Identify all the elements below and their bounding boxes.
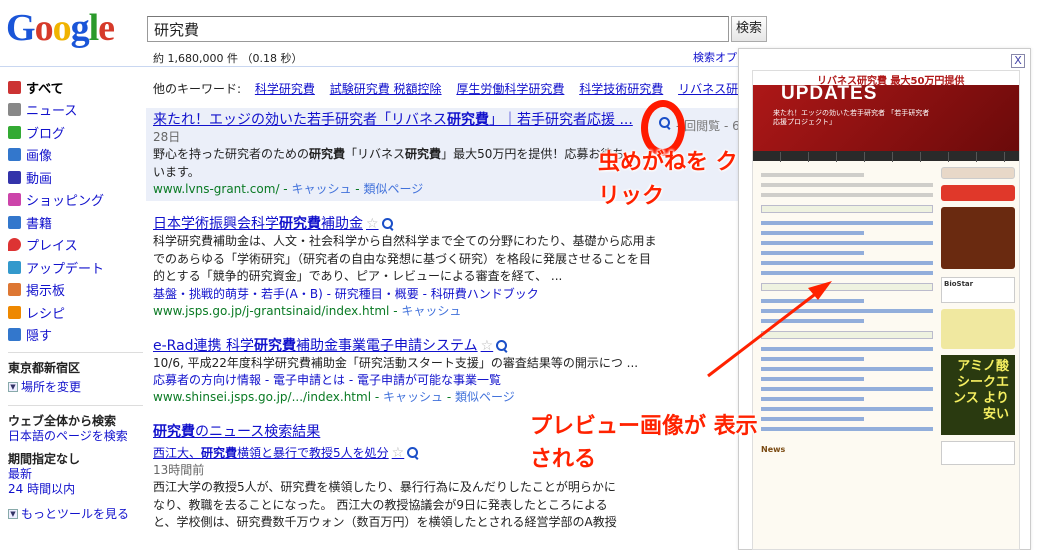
image-icon (8, 148, 21, 162)
hide-icon (8, 328, 21, 342)
sitelink[interactable]: 基盤・挑戦的萌芽・若手(A・B) (153, 287, 323, 301)
search-options-link[interactable]: 検索オプ (693, 49, 737, 65)
magnifier-preview-icon[interactable] (496, 339, 508, 352)
cache-link[interactable]: キャッシュ (291, 182, 351, 196)
period-title: 期間指定なし (8, 452, 81, 466)
search-result: 日本学術振興会科学 研究費 補助金 ☆ 科学研究費補助金は、人文・社会科学から自然科学… (146, 212, 746, 323)
result-snippet: 10/6, 平成22年度科学研究費補助金「研究活動スタート支援」の審査結果等の開… (153, 355, 639, 370)
sitelink[interactable]: 応募者の方向け情報 (153, 373, 261, 387)
period-24h-link[interactable]: 24 時間以内 (8, 482, 143, 497)
preview-right-column: BioStar アミノ酸 シークエンス より安い (941, 167, 1015, 547)
sidebar-item-news[interactable]: ニュース (8, 99, 143, 122)
view-count: - 回閲覧 - 6 (676, 119, 740, 133)
sidebar-item-recipes[interactable]: レシピ (8, 301, 143, 324)
sidebar-divider (8, 352, 143, 353)
sidebar-item-images[interactable]: 画像 (8, 144, 143, 167)
japanese-pages-link[interactable]: 日本語のページを検索 (8, 429, 143, 444)
star-icon[interactable]: ☆ (392, 444, 405, 462)
sitelink[interactable]: 電子申請が可能な事業一覧 (357, 373, 501, 387)
result-snippet: 科学研究費補助金は、人文・社会科学から自然科学まで全ての分野にわたり、基礎から応… (153, 234, 657, 248)
sidebar-item-all[interactable]: すべて (8, 76, 143, 99)
result-sitelinks: 基盤・挑戦的萌芽・若手(A・B) - 研究種目・概要 - 科研費ハンドブック (153, 286, 539, 301)
result-url: www.jsps.go.jp/j-grantsinaid/index.html … (153, 303, 462, 318)
news-icon (8, 103, 21, 117)
header-divider (0, 66, 750, 67)
change-location-link[interactable]: ▼ 場所を変更 (8, 378, 143, 395)
search-button[interactable]: 検索 (731, 16, 767, 42)
preview-content (761, 167, 933, 547)
sidebar-item-forums[interactable]: 掲示板 (8, 279, 143, 302)
search-result: e-Rad連携 科学 研究費 補助金事業電子申請システム ☆ 10/6, 平成22年度… (146, 334, 746, 410)
result-snippet: 西江大学の教授5人が、研究費を横領したり、暴行行為に及んだりしたことが明らかに (153, 480, 616, 494)
preview-image: リバネス研究費 最大50万円提供 UPDATES 来たれ！エッジの効いた若手研究… (752, 70, 1020, 550)
more-tools-link[interactable]: ▼ もっとツールを見る (8, 505, 143, 522)
preview-ad: アミノ酸 シークエンス より安い (941, 355, 1015, 435)
result-snippet: でのあらゆる「学術研究」（研究者の自由な発想に基づく研究）を格段に発展させること… (153, 251, 652, 266)
similar-pages-link[interactable]: 類似ページ (455, 390, 515, 404)
sidebar-item-shopping[interactable]: ショッピング (8, 189, 143, 212)
preview-nav (753, 151, 1019, 162)
related-label: 他のキーワード: (153, 82, 242, 96)
location-label: 東京都新宿区 (8, 361, 81, 375)
preview-news-label: News (761, 445, 786, 454)
triangle-down-icon: ▼ (8, 381, 18, 392)
sidebar-divider (8, 405, 143, 406)
video-icon (8, 170, 21, 184)
place-icon (8, 238, 21, 252)
update-icon (8, 260, 21, 274)
result-snippet: と、学校側は、研究費数千万ウォン（数百万円）を横領したとされる経営学部のA教授 (153, 515, 617, 529)
star-icon[interactable]: ☆ (481, 337, 494, 355)
search-input[interactable] (147, 16, 729, 42)
star-icon[interactable]: ☆ (366, 215, 379, 233)
sidebar-item-video[interactable]: 動画 (8, 166, 143, 189)
recipe-icon (8, 305, 21, 319)
google-logo[interactable]: Google (6, 8, 130, 48)
blog-icon (8, 125, 21, 139)
web-scope-title: ウェブ全体から検索 (8, 414, 117, 428)
result-snippet: なり、教職を去ることになった。 西江大の教授協議会が9日に発表したところによる (153, 497, 608, 512)
result-stats: 約 1,680,000 件 （0.18 秒） (153, 52, 303, 65)
sidebar-item-hide[interactable]: 隠す (8, 324, 143, 347)
result-url: www.shinsei.jsps.go.jp/.../index.html - … (153, 390, 515, 404)
related-keyword[interactable]: 科学研究費 (255, 82, 315, 96)
result-sitelinks: 応募者の方向け情報 - 電子申請とは - 電子申請が可能な事業一覧 (153, 373, 501, 387)
related-keyword[interactable]: 科学技術研究費 (579, 82, 663, 96)
shopping-icon (8, 193, 21, 207)
related-keywords: 他のキーワード: 科学研究費 試験研究費 税額控除 厚生労働科学研究費 科学技術… (153, 80, 773, 97)
sidebar-item-books[interactable]: 書籍 (8, 211, 143, 234)
result-snippet: 的とする「競争的研究資金」であり、ピア・レビューによる審査を経て、 ... (153, 269, 563, 283)
sitelink[interactable]: 電子申請とは (273, 373, 345, 387)
result-title-link[interactable]: e-Rad連携 科学 研究費 補助金事業電子申請システム ☆ (153, 337, 739, 355)
triangle-down-icon: ▼ (8, 508, 18, 519)
cache-link[interactable]: キャッシュ (383, 390, 443, 404)
magnifier-preview-icon[interactable] (381, 218, 394, 230)
magnifier-preview-icon[interactable] (407, 447, 419, 459)
sidebar-item-places[interactable]: プレイス (8, 234, 143, 257)
close-icon[interactable]: X (1011, 54, 1025, 68)
related-keyword[interactable]: 厚生労働科学研究費 (456, 82, 564, 96)
annotation-preview-shown: プレビュー画像が 表示される (530, 414, 758, 472)
book-icon (8, 215, 21, 229)
sitelink[interactable]: 科研費ハンドブック (431, 287, 539, 301)
annotation-click-magnifier: 虫めがねを クリック (598, 150, 738, 209)
result-title-link[interactable]: 日本学術振興会科学 研究費 補助金 ☆ (153, 215, 739, 233)
sidebar: すべて ニュース ブログ 画像 動画 ショッピング 書籍 プレイス アップデート… (8, 76, 143, 522)
cache-link[interactable]: キャッシュ (401, 304, 461, 318)
sitelink[interactable]: 研究種目・概要 (335, 287, 419, 301)
similar-pages-link[interactable]: 類似ページ (363, 182, 423, 196)
preview-updates-logo: UPDATES (781, 83, 878, 104)
preview-tagline: 来たれ！エッジの効いた若手研究者 「若手研究者応援プロジェクト」 (773, 109, 930, 126)
period-latest-link[interactable]: 最新 (8, 467, 143, 482)
related-keyword[interactable]: 試験研究費 税額控除 (330, 82, 442, 96)
preview-biostar: BioStar (941, 277, 1015, 303)
all-icon (8, 80, 21, 94)
sidebar-item-blog[interactable]: ブログ (8, 121, 143, 144)
sidebar-item-updates[interactable]: アップデート (8, 256, 143, 279)
forum-icon (8, 283, 21, 297)
